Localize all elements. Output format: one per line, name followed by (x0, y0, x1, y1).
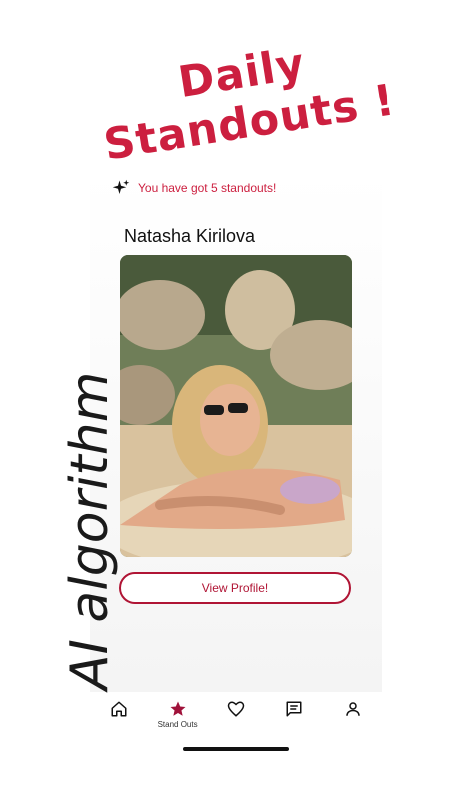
nav-likes[interactable] (209, 692, 263, 718)
home-icon (111, 701, 127, 717)
standouts-banner: You have got 5 standouts! (112, 178, 276, 198)
side-text: AI algorithm (60, 371, 120, 690)
nav-home[interactable] (92, 692, 146, 718)
chat-icon (286, 701, 302, 717)
sparkle-icon (112, 179, 130, 194)
nav-standouts-label: Stand Outs (157, 720, 198, 729)
profile-photo-illustration (120, 255, 352, 557)
bottom-nav: Stand Outs (90, 692, 382, 738)
star-icon (170, 701, 186, 716)
profile-photo[interactable] (120, 255, 352, 557)
banner-text: You have got 5 standouts! (138, 181, 277, 195)
profile-name: Natasha Kirilova (124, 226, 256, 246)
home-indicator (183, 747, 289, 751)
nav-standouts[interactable]: Stand Outs (151, 692, 205, 729)
view-profile-button[interactable]: View Profile! (119, 572, 351, 604)
nav-profile[interactable] (326, 692, 380, 718)
heart-icon (227, 701, 245, 717)
nav-messages[interactable] (267, 692, 321, 718)
user-icon (346, 702, 360, 716)
